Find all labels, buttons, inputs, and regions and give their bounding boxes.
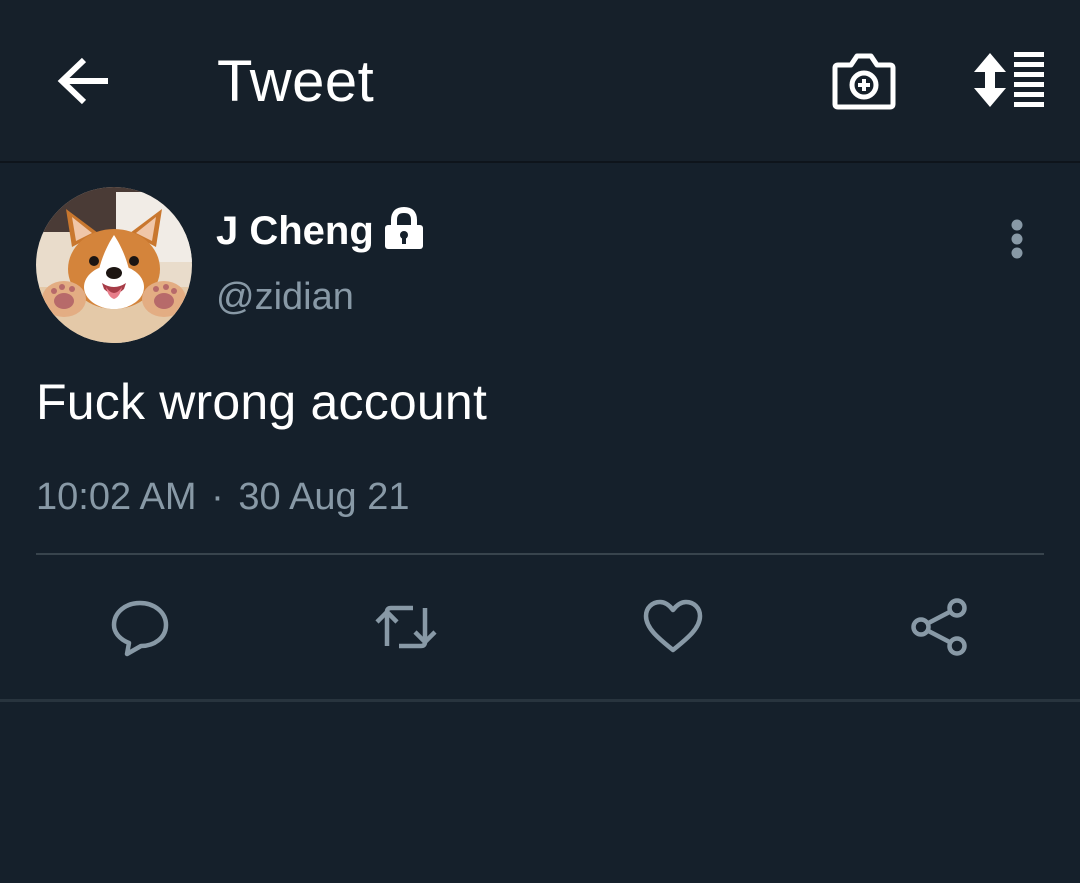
heart-icon — [643, 599, 703, 653]
author-name-row: J Cheng — [216, 205, 425, 257]
divider — [36, 553, 1044, 555]
tweet-text: Fuck wrong account — [36, 374, 488, 430]
share-icon — [911, 598, 967, 656]
more-vertical-icon — [1011, 219, 1023, 259]
like-button[interactable] — [640, 596, 706, 658]
display-name[interactable]: J Cheng — [216, 205, 374, 257]
more-options-button[interactable] — [996, 214, 1038, 264]
reply-button[interactable] — [107, 596, 173, 658]
sort-button[interactable] — [968, 50, 1048, 110]
arrow-left-icon — [57, 57, 108, 105]
back-button[interactable] — [50, 50, 116, 112]
tweet-time: 10:02 AM — [36, 476, 197, 518]
section-divider — [0, 699, 1080, 702]
retweet-button[interactable] — [373, 596, 439, 658]
camera-plus-icon — [832, 53, 896, 110]
reply-icon — [111, 600, 169, 657]
lock-icon — [384, 206, 423, 249]
tweet-timestamp: 10:02 AM · 30 Aug 21 — [36, 474, 410, 520]
sort-list-icon — [974, 52, 1044, 107]
camera-button[interactable] — [830, 48, 898, 112]
corgi-avatar — [36, 187, 192, 343]
avatar[interactable] — [36, 187, 192, 343]
share-button[interactable] — [906, 596, 972, 658]
retweet-icon — [375, 605, 437, 649]
top-app-bar: Tweet — [0, 0, 1080, 163]
author-handle[interactable]: @zidian — [216, 274, 354, 320]
tweet-date: 30 Aug 21 — [238, 476, 410, 518]
timestamp-separator: · — [211, 476, 224, 518]
page-title: Tweet — [217, 49, 375, 114]
